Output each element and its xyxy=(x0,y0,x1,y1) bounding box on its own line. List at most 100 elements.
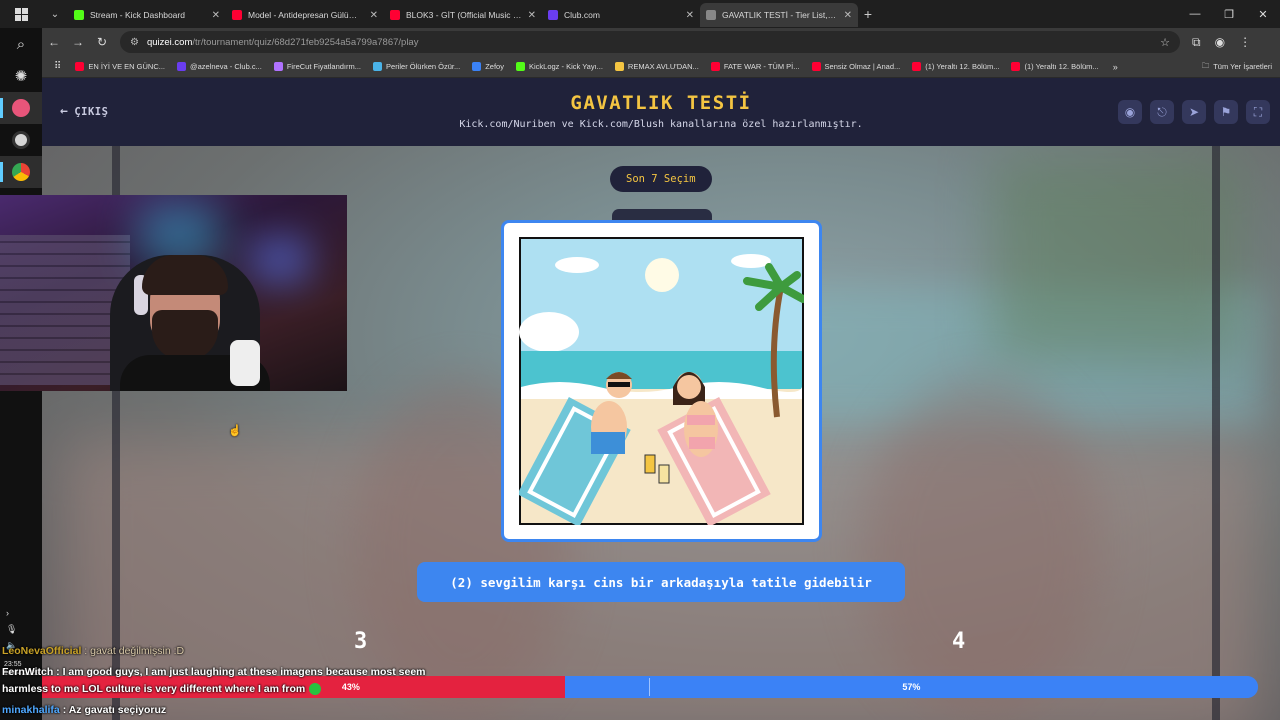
browser-tab-0[interactable]: Stream - Kick Dashboard ✕ xyxy=(68,3,226,27)
reload-icon[interactable]: ↻ xyxy=(90,35,114,49)
emote-icon xyxy=(309,683,322,696)
browser-tab-3[interactable]: Club.com ✕ xyxy=(542,3,700,27)
chrome-icon xyxy=(12,163,30,181)
mouse-cursor-icon: ☝ xyxy=(228,425,242,437)
bookmark-label: Periler Ölürken Özür... xyxy=(386,62,461,71)
forward-arrow-icon[interactable]: → xyxy=(66,35,90,49)
close-window-icon[interactable]: ✕ xyxy=(1246,8,1280,21)
chat-message: LeoNevaOfficial : gavat değilmişsin :D xyxy=(2,645,184,657)
chat-username: minakhalifa xyxy=(2,704,60,716)
vote-bar-right: 57% xyxy=(564,676,1258,698)
webcam-light xyxy=(250,235,310,285)
browser-tab-1[interactable]: Model - Antidepresan Gülümse ✕ xyxy=(226,3,384,27)
chat-text: : I am good guys, I am just laughing at … xyxy=(53,666,426,678)
last-choices-pill[interactable]: Son 7 Seçim xyxy=(610,166,712,192)
close-tab-icon[interactable]: ✕ xyxy=(528,10,536,21)
streamer-webcam-overlay xyxy=(0,195,347,391)
profile-icon[interactable]: ◉ xyxy=(1215,35,1225,50)
close-tab-icon[interactable]: ✕ xyxy=(686,10,694,21)
bookmark-item[interactable]: Sensiz Olmaz | Anad... xyxy=(806,62,907,71)
bookmark-item[interactable]: FireCut Fiyatlandırm... xyxy=(268,62,367,71)
taskbar-app-recorder[interactable] xyxy=(0,124,42,156)
tab-title: Stream - Kick Dashboard xyxy=(90,10,185,20)
taskbar-app-obs[interactable] xyxy=(0,92,42,124)
bookmark-favicon-icon xyxy=(811,62,821,71)
eye-icon[interactable]: ◉ xyxy=(1118,100,1142,124)
flag-icon[interactable]: ⚑ xyxy=(1214,100,1238,124)
bookmarks-bar: ⠿ EN İYİ VE EN GÜNC... @azelneva - Club.… xyxy=(42,56,1280,78)
tab-title: Model - Antidepresan Gülümse xyxy=(248,10,364,20)
site-info-icon[interactable]: ⚙ xyxy=(130,37,139,48)
bookmark-favicon-icon xyxy=(472,62,482,71)
tray-chevron-icon[interactable]: › xyxy=(6,605,36,621)
bookmark-favicon-icon xyxy=(373,62,383,71)
chat-message: FernWitch : I am good guys, I am just la… xyxy=(2,666,426,678)
url-path: /tr/tournament/quiz/68d271feb9254a5a799a… xyxy=(192,36,419,48)
close-tab-icon[interactable]: ✕ xyxy=(212,10,220,21)
browser-tab-4[interactable]: GAVATLIK TESTİ - Tier List, Kör S ✕ xyxy=(700,3,858,27)
back-arrow-icon[interactable]: ← xyxy=(42,35,66,49)
kick-favicon-icon xyxy=(74,10,84,20)
bookmark-label: REMAX AVLU'DAN... xyxy=(627,62,699,71)
bookmark-favicon-icon xyxy=(75,62,85,71)
chat-username: FernWitch xyxy=(2,666,54,678)
youtube-favicon-icon xyxy=(390,10,400,20)
quiz-page: ← ÇIKIŞ GAVATLIK TESTİ Kick.com/Nuriben … xyxy=(42,78,1280,720)
app-icon xyxy=(12,99,30,117)
bookmarks-overflow-button[interactable]: » xyxy=(1105,62,1126,72)
bookmark-item[interactable]: KickLogz - Kick Yayı... xyxy=(510,62,609,71)
bookmark-item[interactable]: EN İYİ VE EN GÜNC... xyxy=(69,62,171,71)
taskbar-app-chrome[interactable] xyxy=(0,156,42,188)
share-icon[interactable]: ⎋ xyxy=(1150,100,1174,124)
bookmark-label: KickLogz - Kick Yayı... xyxy=(528,62,603,71)
webcam-hair xyxy=(142,255,228,295)
background-frame xyxy=(1212,138,1220,720)
bookmark-item[interactable]: (1) Yeraltı 12. Bölüm... xyxy=(1005,62,1104,71)
new-tab-plus-icon[interactable]: + xyxy=(858,6,878,22)
chat-text: harmless to me LOL culture is very diffe… xyxy=(2,683,306,695)
minimize-icon[interactable]: — xyxy=(1178,8,1212,20)
chat-message: harmless to me LOL culture is very diffe… xyxy=(2,683,322,696)
menu-kebab-icon[interactable]: ⋮ xyxy=(1239,35,1251,50)
chat-text: : Az gavatı seçiyoruz xyxy=(59,704,167,716)
all-bookmarks-folder[interactable]: 🗀 Tüm Yer İşaretleri xyxy=(1202,60,1280,73)
club-favicon-icon xyxy=(548,10,558,20)
bookmark-label: (1) Yeraltı 12. Bölüm... xyxy=(1024,62,1099,71)
folder-label: Tüm Yer İşaretleri xyxy=(1213,62,1272,71)
bookmark-item[interactable]: Periler Ölürken Özür... xyxy=(367,62,466,71)
close-tab-icon[interactable]: ✕ xyxy=(370,10,378,21)
extensions-icon[interactable]: ⧉ xyxy=(1192,35,1201,50)
chat-message: minakhalifa : Az gavatı seçiyoruz xyxy=(2,704,166,716)
apps-grid-icon[interactable]: ⠿ xyxy=(50,61,69,72)
bookmark-item[interactable]: Zefoy xyxy=(466,62,510,71)
bookmark-item[interactable]: @azelneva - Club.c... xyxy=(171,62,268,71)
quiz-subtitle: Kick.com/Nuriben ve Kick.com/Blush kanal… xyxy=(459,119,863,130)
background-blur xyxy=(992,158,1242,358)
chatgpt-icon[interactable]: ✺ xyxy=(0,60,42,92)
bookmark-favicon-icon xyxy=(710,62,720,71)
bookmark-favicon-icon xyxy=(515,62,525,71)
bookmark-star-icon[interactable]: ☆ xyxy=(1160,36,1170,49)
tab-title: GAVATLIK TESTİ - Tier List, Kör S xyxy=(722,10,838,20)
search-icon[interactable]: ⌕ xyxy=(0,28,42,60)
bookmark-favicon-icon xyxy=(614,62,624,71)
close-tab-icon[interactable]: ✕ xyxy=(844,10,852,21)
bookmark-favicon-icon xyxy=(912,62,922,71)
restore-icon[interactable]: ❐ xyxy=(1212,8,1246,21)
fullscreen-icon[interactable]: ⛶ xyxy=(1246,100,1270,124)
browser-tab-2[interactable]: BLOK3 - GİT (Official Music Vid ✕ xyxy=(384,3,542,27)
url-field[interactable]: ⚙ quizei.com/tr/tournament/quiz/68d271fe… xyxy=(120,31,1180,53)
bookmark-item[interactable]: FATE WAR - TÜM Pİ... xyxy=(705,62,806,71)
tab-search-chevron-icon[interactable]: ⌄ xyxy=(42,9,68,20)
quiz-option-card[interactable] xyxy=(501,220,822,542)
send-icon[interactable]: ➤ xyxy=(1182,100,1206,124)
choice-count-left: 3 xyxy=(354,629,368,654)
browser-tab-bar: ⌄ Stream - Kick Dashboard ✕ Model - Anti… xyxy=(0,0,1280,28)
bookmark-item[interactable]: (1) Yeraltı 12. Bölüm... xyxy=(906,62,1005,71)
quiz-title: GAVATLIK TESTİ xyxy=(570,92,752,114)
folder-icon: 🗀 xyxy=(1201,61,1210,70)
bookmark-item[interactable]: REMAX AVLU'DAN... xyxy=(609,62,705,71)
windows-start-icon[interactable] xyxy=(0,0,42,28)
url-host: quizei.com xyxy=(146,36,193,48)
microphone-icon[interactable]: 🎙 xyxy=(6,621,36,637)
